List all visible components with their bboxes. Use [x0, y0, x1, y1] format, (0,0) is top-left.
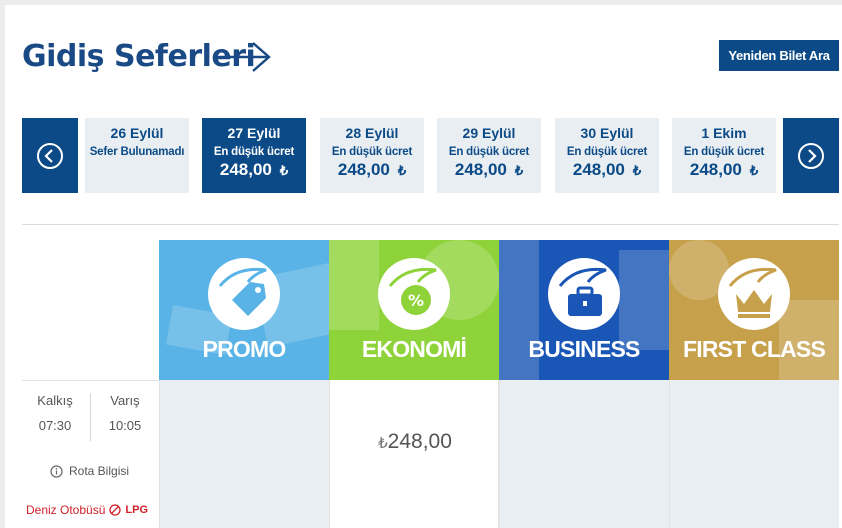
fare-cell-first-class: [669, 380, 839, 528]
page: Gidiş Seferleri Yeniden Bilet Ara 26 Eyl…: [5, 5, 842, 528]
date-sub: En düşük ücret: [331, 146, 413, 158]
date-card-5[interactable]: 1 Ekim En düşük ücret 248,00 ₺: [672, 118, 776, 193]
bus-type: Deniz Otobüsü LPG: [26, 503, 148, 517]
chevron-right-circle-icon: [798, 142, 824, 169]
tag-icon: [208, 258, 280, 330]
class-name: EKONOMİ: [361, 336, 467, 362]
date-sub: En düşük ücret: [213, 146, 295, 158]
date-sub: En düşük ücret: [683, 146, 765, 158]
date-card-2[interactable]: 28 Eylül En düşük ücret 248,00 ₺: [320, 118, 424, 193]
route-info-label: Rota Bilgisi: [69, 464, 130, 478]
no-lpg-icon: [109, 504, 122, 516]
divider: [22, 224, 839, 225]
arrival-label: Varış: [110, 393, 140, 408]
bus-type-label: Deniz Otobüsü: [26, 503, 106, 517]
date-card-1[interactable]: 27 Eylül En düşük ücret 248,00 ₺: [202, 118, 306, 193]
date-label: 26 Eylül: [110, 125, 164, 141]
fare-price: ₺248,00: [378, 430, 452, 453]
next-dates-button[interactable]: [783, 118, 839, 193]
class-name: PROMO: [202, 336, 287, 362]
date-sub: En düşük ücret: [448, 146, 530, 158]
fare-cell-business: [499, 380, 669, 528]
date-price: 248,00 ₺: [219, 160, 289, 179]
crown-icon: [718, 258, 790, 330]
time-divider: [90, 393, 91, 441]
date-price: 248,00 ₺: [454, 160, 524, 179]
arrow-right-icon: [219, 42, 271, 72]
date-sub: Sefer Bulunamadı: [89, 146, 185, 158]
departure-label: Kalkış: [37, 393, 73, 408]
departure-time: 07:30: [38, 418, 72, 433]
class-name: BUSINESS: [528, 336, 640, 362]
departure: Kalkış 07:30: [22, 393, 88, 433]
fuel-label: LPG: [125, 504, 149, 516]
class-name: FIRST CLASS: [683, 336, 826, 362]
date-label: 28 Eylül: [345, 125, 399, 141]
date-label: 30 Eylül: [580, 125, 634, 141]
arrival: Varış 10:05: [92, 393, 158, 433]
fare-cell-promo: [159, 380, 329, 528]
chevron-left-circle-icon: [37, 142, 63, 169]
route-info-link[interactable]: Rota Bilgisi: [50, 464, 129, 478]
briefcase-icon: [548, 258, 620, 330]
date-sub: En düşük ücret: [566, 146, 648, 158]
date-price: 248,00 ₺: [572, 160, 642, 179]
arrival-time: 10:05: [108, 418, 142, 433]
fare-cell-ekonomi[interactable]: ₺248,00: [329, 380, 499, 528]
date-label: 1 Ekim: [701, 125, 747, 141]
info-icon: [50, 464, 63, 478]
class-header-first-class: FIRST CLASS: [669, 240, 839, 380]
class-header-promo: PROMO: [159, 240, 329, 380]
percent-badge-icon: %: [378, 258, 450, 330]
date-price: 248,00 ₺: [337, 160, 407, 179]
date-card-0[interactable]: 26 Eylül Sefer Bulunamadı: [85, 118, 189, 193]
date-label: 29 Eylül: [462, 125, 516, 141]
svg-text:%: %: [408, 291, 424, 310]
new-search-button[interactable]: Yeniden Bilet Ara: [719, 40, 839, 71]
class-header-ekonomi: % EKONOMİ: [329, 240, 499, 380]
trip-info: Kalkış 07:30 Varış 10:05 Rota Bilgisi De…: [22, 380, 159, 528]
date-card-4[interactable]: 30 Eylül En düşük ücret 248,00 ₺: [555, 118, 659, 193]
date-card-3[interactable]: 29 Eylül En düşük ücret 248,00 ₺: [437, 118, 541, 193]
class-header-business: BUSINESS: [499, 240, 669, 380]
date-price: 248,00 ₺: [689, 160, 759, 179]
date-label: 27 Eylül: [227, 125, 281, 141]
prev-dates-button[interactable]: [22, 118, 78, 193]
